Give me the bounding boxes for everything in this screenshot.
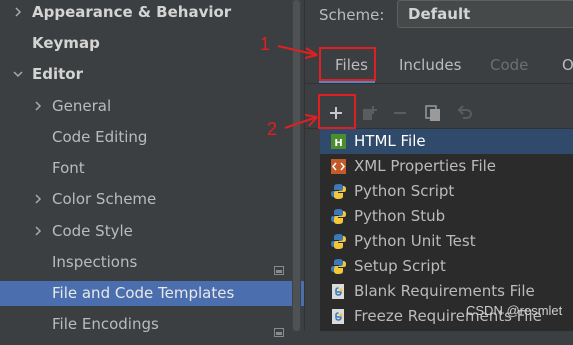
watermark: CSDN @resmlet [466,303,563,318]
annotation-arrows [277,45,318,129]
